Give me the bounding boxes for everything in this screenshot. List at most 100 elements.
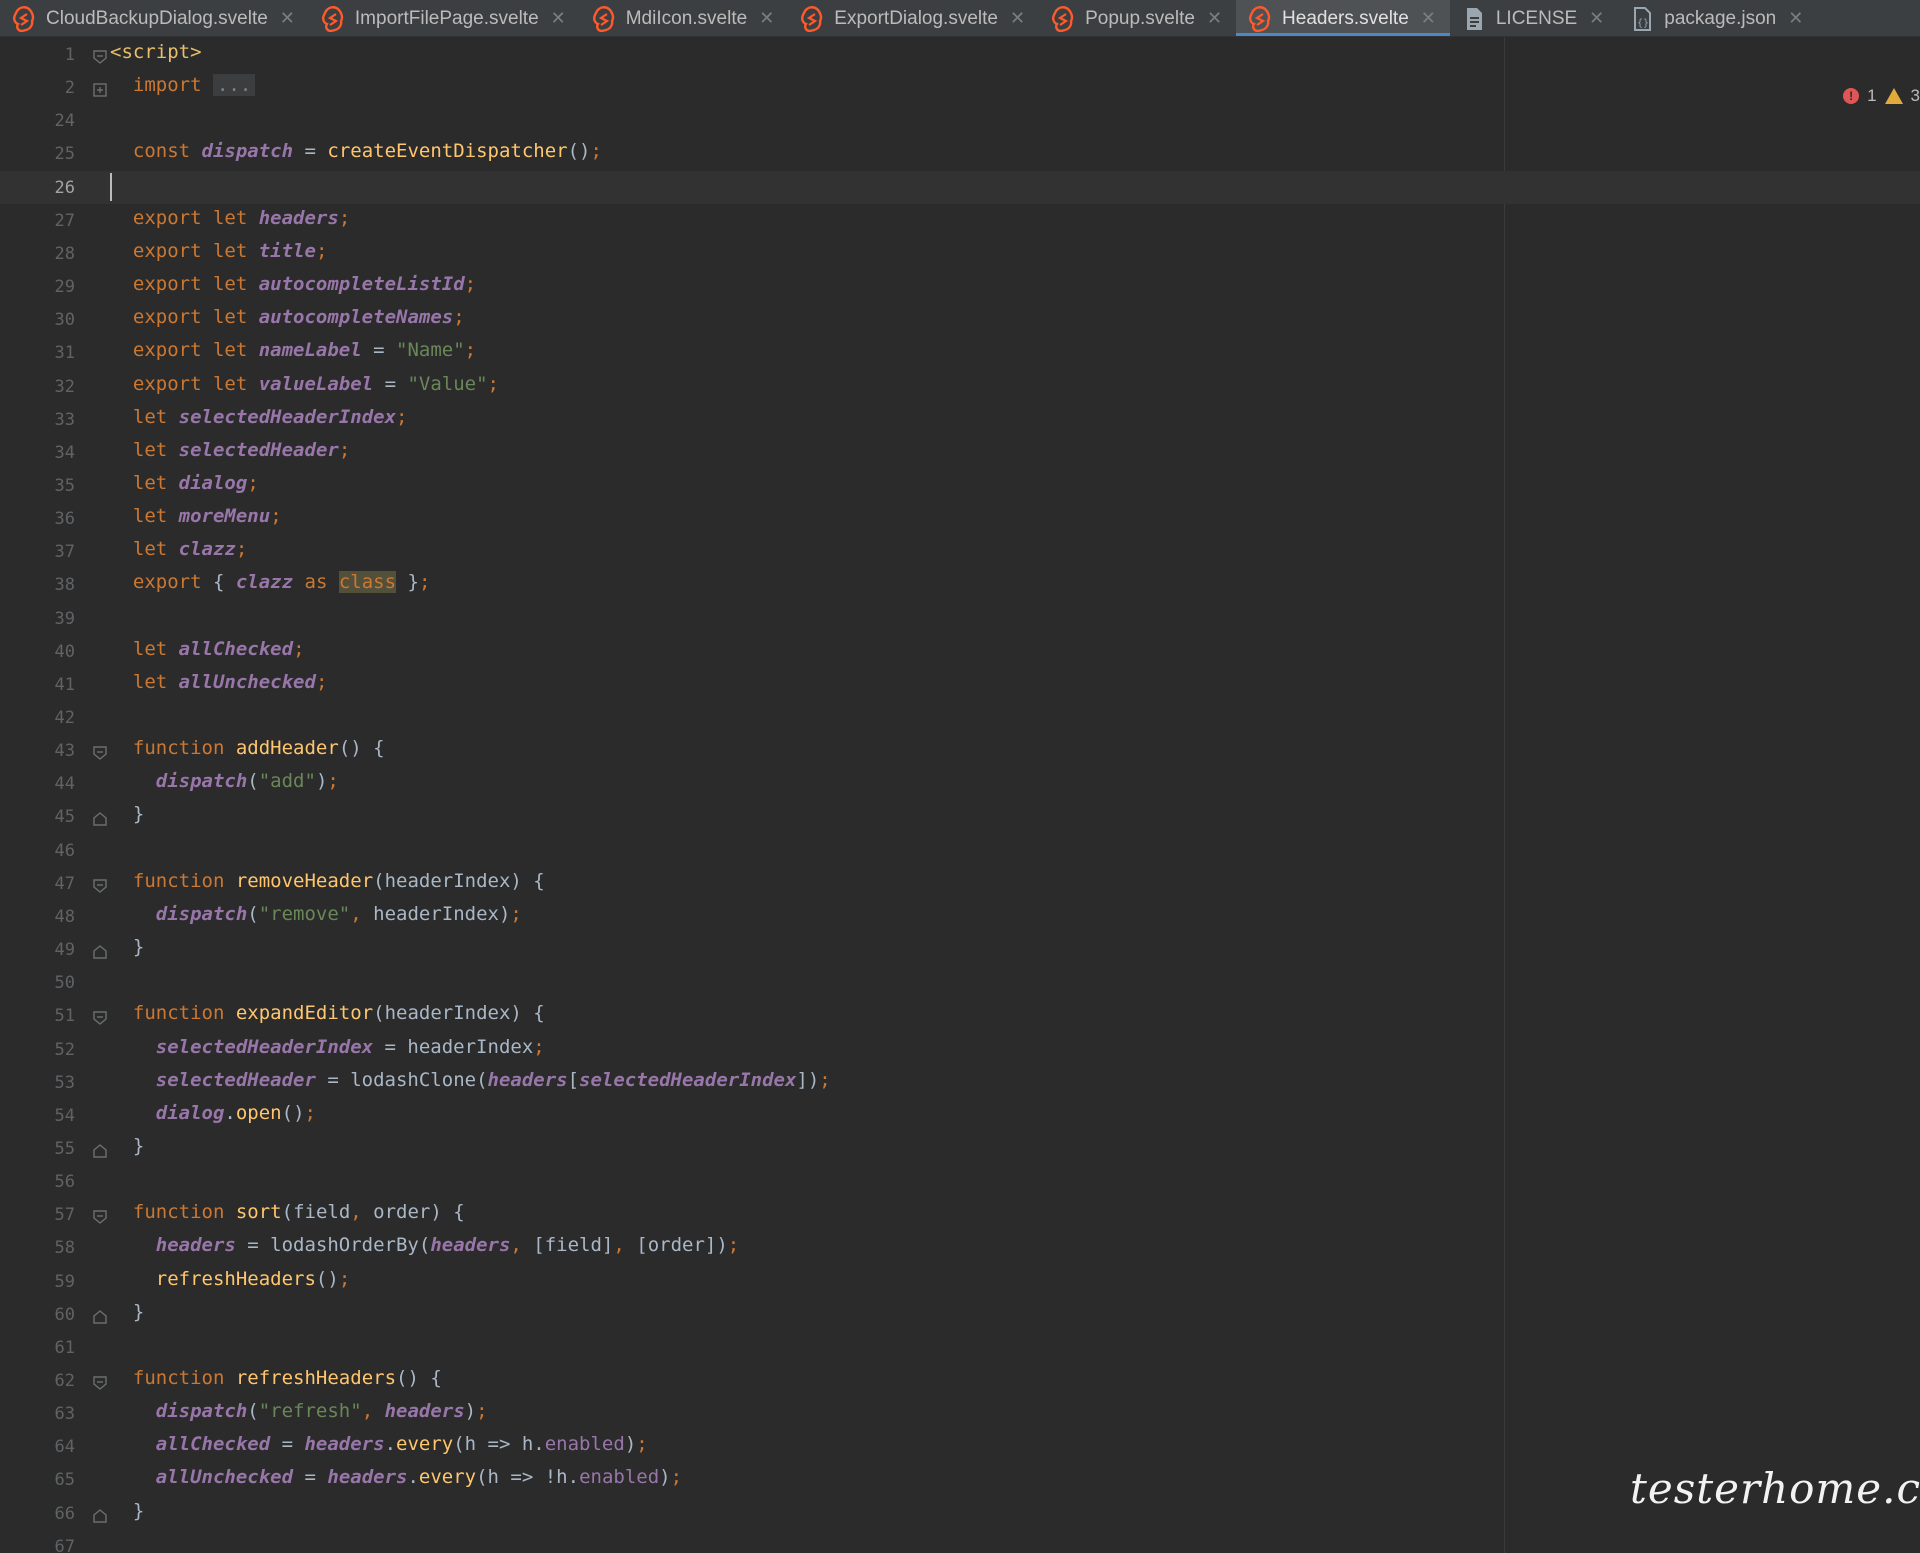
code-line[interactable]: } [110, 803, 144, 825]
code-token: title [258, 239, 316, 262]
code-token: = lodashClone( [315, 1068, 488, 1091]
fold-collapse-icon[interactable] [93, 878, 107, 893]
tab-importfilepage-svelte[interactable]: ImportFilePage.svelte ✕ [309, 0, 580, 36]
tab-cloudbackupdialog-svelte[interactable]: CloudBackupDialog.svelte ✕ [0, 0, 309, 36]
code-line[interactable]: let allChecked; [110, 638, 305, 660]
code-line[interactable]: const dispatch = createEventDispatcher()… [110, 140, 602, 162]
line-number: 61 [54, 1337, 75, 1358]
code-line[interactable]: allUnchecked = headers.every(h => !h.ena… [110, 1466, 682, 1488]
code-line[interactable]: let selectedHeaderIndex; [110, 406, 408, 428]
code-line[interactable]: export let valueLabel = "Value"; [110, 373, 499, 395]
watermark-text: testerhome.com [1630, 1464, 1920, 1513]
tab-package-json[interactable]: {} package.json ✕ [1618, 0, 1817, 36]
code-line[interactable]: allChecked = headers.every(h => h.enable… [110, 1433, 648, 1455]
code-line[interactable]: function removeHeader(headerIndex) { [110, 870, 545, 892]
code-line[interactable]: export let headers; [110, 207, 350, 229]
code-line[interactable]: selectedHeader = lodashClone(headers[sel… [110, 1069, 831, 1091]
tab-popup-svelte[interactable]: Popup.svelte ✕ [1039, 0, 1236, 36]
code-line[interactable]: let selectedHeader; [110, 439, 350, 461]
line-number: 41 [54, 674, 75, 695]
code-line[interactable]: let dialog; [110, 472, 259, 494]
close-icon[interactable]: ✕ [759, 8, 774, 29]
close-icon[interactable]: ✕ [1788, 8, 1803, 29]
code-token: export [132, 571, 202, 594]
code-token: ; [670, 1466, 683, 1489]
code-line[interactable]: dispatch("add"); [110, 770, 339, 792]
fold-collapse-icon[interactable] [93, 1375, 107, 1390]
fold-expand-icon[interactable] [93, 82, 107, 97]
code-line[interactable]: } [110, 1500, 144, 1522]
code-token: ; [487, 372, 499, 395]
tab-label: LICENSE [1495, 7, 1578, 29]
code-line[interactable]: headers = lodashOrderBy(headers, [field]… [110, 1234, 739, 1256]
code-line[interactable]: export let autocompleteNames; [110, 306, 465, 328]
code-line[interactable]: } [110, 936, 144, 958]
code-line[interactable]: refreshHeaders(); [110, 1268, 351, 1290]
line-number: 38 [54, 575, 75, 596]
code-token: allUnchecked [155, 1466, 294, 1489]
tab-headers-svelte[interactable]: Headers.svelte ✕ [1236, 0, 1450, 36]
code-line[interactable]: selectedHeaderIndex = headerIndex; [110, 1036, 545, 1058]
tab-exportdialog-svelte[interactable]: ExportDialog.svelte ✕ [788, 0, 1039, 36]
code-line[interactable]: } [110, 1301, 144, 1323]
fold-collapse-icon[interactable] [93, 745, 107, 761]
code-line[interactable]: function addHeader() { [110, 737, 385, 759]
fold-collapse-icon[interactable] [93, 1010, 107, 1026]
code-line[interactable]: export let title; [110, 239, 328, 262]
code-token[interactable]: ... [212, 74, 256, 97]
code-token: { [201, 571, 236, 594]
code-line[interactable]: function refreshHeaders() { [110, 1367, 442, 1389]
code-token: allUnchecked [178, 670, 316, 693]
close-icon[interactable]: ✕ [1207, 8, 1222, 29]
line-number: 29 [54, 277, 75, 298]
close-icon[interactable]: ✕ [280, 8, 295, 29]
code-line[interactable]: let moreMenu; [110, 505, 282, 527]
fold-collapse-icon[interactable] [93, 49, 107, 64]
code-token: allChecked [155, 1433, 271, 1456]
close-icon[interactable]: ✕ [1010, 8, 1025, 29]
code-token: = [361, 339, 397, 362]
code-line[interactable]: let allUnchecked; [110, 670, 328, 693]
inspection-widget[interactable]: ! 1 3 [1843, 86, 1920, 106]
code-token: let [132, 538, 168, 561]
line-number: 39 [54, 608, 75, 629]
fold-end-icon[interactable] [93, 1309, 107, 1324]
code-editor[interactable]: ! 1 3 1 <script> 2 import ... 24 25 const di… [0, 37, 1920, 1553]
tab-license[interactable]: LICENSE ✕ [1450, 0, 1618, 36]
fold-collapse-icon[interactable] [93, 1209, 107, 1225]
code-line[interactable]: export { clazz as class }; [110, 571, 430, 594]
code-line[interactable]: function sort(field, order) { [110, 1201, 465, 1223]
code-line[interactable]: dispatch("remove", headerIndex); [110, 903, 522, 925]
code-line[interactable]: <script> [110, 41, 202, 63]
fold-end-icon[interactable] [93, 811, 107, 827]
code-line[interactable]: function expandEditor(headerIndex) { [110, 1002, 545, 1024]
fold-end-icon[interactable] [93, 1508, 107, 1523]
code-line[interactable]: } [110, 1135, 144, 1157]
fold-end-icon[interactable] [93, 1143, 107, 1158]
line-number: 59 [54, 1271, 75, 1292]
code-line[interactable]: dispatch("refresh", headers); [110, 1400, 488, 1422]
close-icon[interactable]: ✕ [1421, 8, 1436, 29]
code-line[interactable]: let clazz; [110, 538, 247, 560]
code-token: ; [327, 770, 339, 793]
tab-mdiicon-svelte[interactable]: MdiIcon.svelte ✕ [580, 0, 789, 36]
fold-end-icon[interactable] [93, 944, 107, 959]
code-line[interactable]: import ... [110, 74, 256, 97]
code-token: dialog [178, 471, 248, 494]
code-line[interactable]: dialog.open(); [110, 1102, 316, 1124]
close-icon[interactable]: ✕ [551, 8, 566, 29]
code-line[interactable]: export let autocompleteListId; [110, 273, 476, 295]
close-icon[interactable]: ✕ [1589, 8, 1604, 29]
code-line[interactable]: export let nameLabel = "Name"; [110, 339, 476, 361]
